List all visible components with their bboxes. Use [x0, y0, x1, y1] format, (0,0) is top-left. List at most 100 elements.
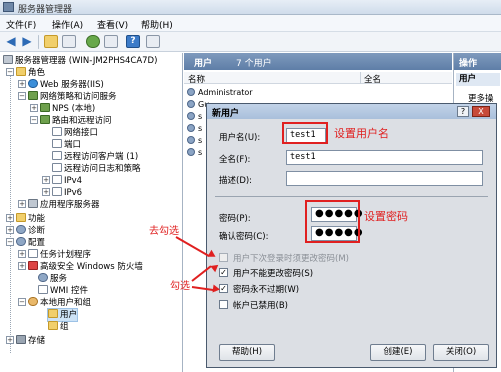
web-server-icon: [28, 79, 38, 88]
menu-file[interactable]: 文件(F): [6, 18, 36, 31]
tree-label: 角色: [28, 68, 46, 78]
server-icon: [3, 55, 13, 64]
tree-item-firewall[interactable]: + 高级安全 Windows 防火墙: [18, 261, 143, 273]
diagnostics-icon: [16, 225, 26, 234]
cannot-change-password-label: 用户不能更改密码(S): [233, 269, 314, 279]
tree-item-storage[interactable]: + 存储: [6, 335, 45, 347]
expand-icon[interactable]: +: [18, 80, 26, 88]
network-interface-icon: [52, 127, 62, 136]
column-name[interactable]: 名称: [188, 73, 205, 85]
refresh-icon[interactable]: [86, 35, 100, 48]
tree-label: 配置: [28, 238, 46, 248]
help-icon[interactable]: ?: [126, 35, 140, 48]
list-item[interactable]: s: [187, 112, 202, 123]
app-server-icon: [28, 199, 38, 208]
tree-label: IPv6: [64, 188, 83, 198]
tree-item-ipv6[interactable]: + IPv6: [42, 187, 82, 199]
description-field[interactable]: [286, 171, 483, 186]
tree-label: 端口: [64, 140, 82, 150]
must-change-password-checkbox[interactable]: [219, 253, 228, 262]
tree-item-logging[interactable]: 远程访问日志和策略: [52, 163, 141, 175]
expand-icon[interactable]: +: [6, 214, 14, 222]
username-label: 用户名(U):: [219, 133, 261, 143]
tree-item-clients[interactable]: 远程访问客户端 (1): [52, 151, 138, 163]
tree-item-groups[interactable]: 组: [48, 321, 69, 333]
dialog-title-bar: 新用户 ? X: [207, 104, 496, 119]
tree-label: 功能: [28, 214, 46, 224]
expand-icon[interactable]: +: [6, 336, 14, 344]
back-arrow-icon[interactable]: ◀: [4, 35, 18, 48]
tree-item-features[interactable]: + 功能: [6, 213, 45, 225]
tree-item-roles[interactable]: − 角色: [6, 67, 45, 79]
collapse-icon[interactable]: −: [6, 238, 14, 246]
tree-item-ports[interactable]: 端口: [52, 139, 81, 151]
routing-icon: [40, 115, 50, 124]
tree-item-local-users[interactable]: − 本地用户和组: [18, 297, 91, 309]
column-divider[interactable]: [360, 72, 361, 84]
tree-item-iis[interactable]: + Web 服务器(IIS): [18, 79, 104, 91]
tree-item-diagnostics[interactable]: + 诊断: [6, 225, 45, 237]
roles-icon: [16, 67, 26, 76]
expand-icon[interactable]: +: [18, 250, 26, 258]
collapse-icon[interactable]: −: [18, 92, 26, 100]
tree-item-users[interactable]: 用户: [46, 308, 79, 322]
menu-action[interactable]: 操作(A): [52, 18, 83, 31]
title-bar: 服务器管理器: [0, 0, 501, 15]
window-title: 服务器管理器: [18, 5, 73, 15]
tree-item-npas[interactable]: − 网络策略和访问服务: [18, 91, 117, 103]
collapse-icon[interactable]: −: [18, 298, 26, 306]
export-list-icon[interactable]: [104, 35, 118, 48]
fullname-field[interactable]: test1: [286, 150, 483, 165]
list-item[interactable]: Administrator: [187, 88, 253, 99]
tree-root[interactable]: 服务器管理器 (WIN-JM2PHS4CA7D): [3, 55, 157, 67]
collapse-icon[interactable]: −: [6, 68, 14, 76]
firewall-icon: [28, 261, 38, 270]
cannot-change-password-checkbox[interactable]: ✓: [219, 268, 228, 277]
server-manager-icon: [3, 2, 14, 12]
tree-label: Web 服务器(IIS): [40, 80, 104, 90]
users-header-title: 用户: [194, 59, 213, 69]
tree-item-wmi[interactable]: WMI 控件: [38, 285, 88, 297]
tree-item-task-scheduler[interactable]: + 任务计划程序: [18, 249, 91, 261]
properties-icon[interactable]: [146, 35, 160, 48]
list-item[interactable]: s: [187, 136, 202, 147]
account-disabled-checkbox[interactable]: [219, 300, 228, 309]
expand-icon[interactable]: +: [30, 104, 38, 112]
up-folder-icon[interactable]: [44, 35, 58, 48]
tree-label: 应用程序服务器: [40, 200, 100, 210]
nps-icon: [40, 103, 50, 112]
menu-view[interactable]: 查看(V): [97, 18, 128, 31]
tree-item-ipv4[interactable]: + IPv4: [42, 175, 82, 187]
tree-item-interfaces[interactable]: 网络接口: [52, 127, 98, 139]
show-hide-tree-icon[interactable]: [62, 35, 76, 48]
list-item[interactable]: s: [187, 124, 202, 135]
clients-icon: [52, 151, 62, 160]
expand-icon[interactable]: +: [18, 262, 26, 270]
collapse-icon[interactable]: −: [30, 116, 38, 124]
tree-item-rras[interactable]: − 路由和远程访问: [30, 115, 112, 127]
create-button[interactable]: 创建(E): [370, 344, 426, 361]
tree-root-label: 服务器管理器 (WIN-JM2PHS4CA7D): [15, 56, 158, 66]
list-item[interactable]: s: [187, 148, 202, 159]
password-highlight-box: [305, 200, 360, 243]
tree-item-services[interactable]: 服务: [38, 273, 67, 285]
password-never-expires-label: 密码永不过期(W): [233, 285, 300, 295]
tree-item-nps[interactable]: + NPS (本地): [30, 103, 95, 115]
tree-item-configuration[interactable]: − 配置: [6, 237, 45, 249]
close-button[interactable]: 关闭(O): [433, 344, 489, 361]
expand-icon[interactable]: +: [42, 188, 50, 196]
user-name: Administrator: [198, 88, 253, 97]
help-button[interactable]: 帮助(H): [219, 344, 275, 361]
column-fullname[interactable]: 全名: [364, 73, 381, 85]
expand-icon[interactable]: +: [18, 200, 26, 208]
features-icon: [16, 213, 26, 222]
dialog-help-button[interactable]: ?: [457, 106, 469, 117]
forward-arrow-icon[interactable]: ▶: [20, 35, 34, 48]
tree-label: 服务: [50, 274, 68, 284]
menu-help[interactable]: 帮助(H): [141, 18, 173, 31]
expand-icon[interactable]: +: [6, 226, 14, 234]
users-folder-icon: [48, 309, 58, 318]
tree-item-appserver[interactable]: + 应用程序服务器: [18, 199, 100, 211]
expand-icon[interactable]: +: [42, 176, 50, 184]
dialog-close-button[interactable]: X: [472, 106, 490, 117]
